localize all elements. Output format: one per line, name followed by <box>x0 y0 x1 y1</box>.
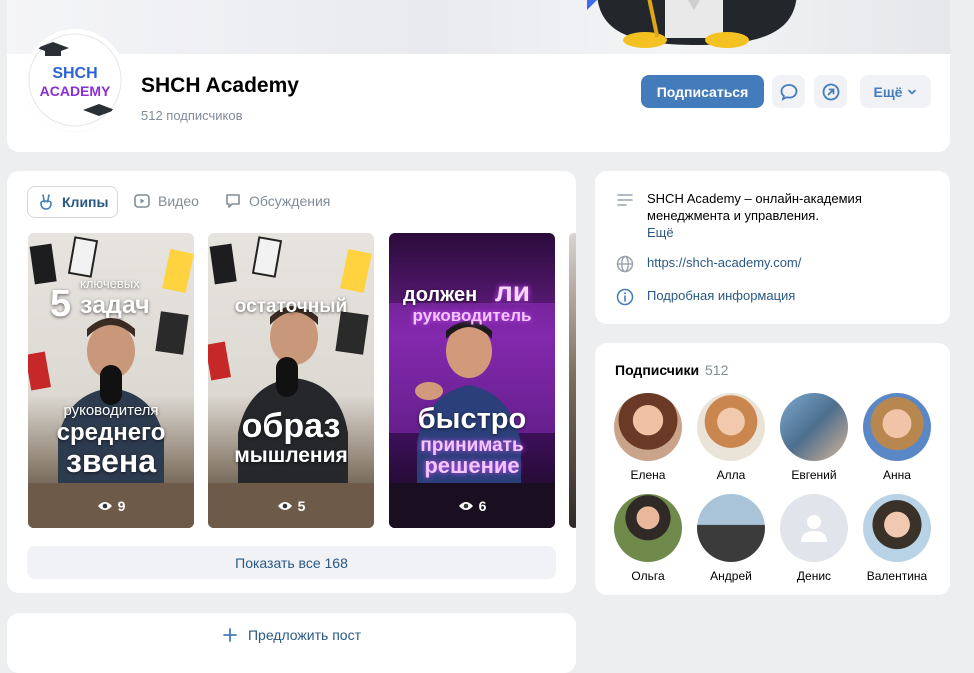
clip-caption: задач <box>80 291 150 319</box>
clips-icon <box>40 194 52 210</box>
clip-caption: руководитель <box>412 306 532 325</box>
text-lines-icon <box>617 194 633 206</box>
share-button[interactable] <box>814 75 847 108</box>
suggest-post-button[interactable]: Предложить пост <box>7 627 576 643</box>
description-text: SHCH Academy – онлайн-академия менеджмен… <box>647 191 862 223</box>
clip-caption: ли <box>495 276 530 307</box>
follower-item[interactable]: Анна <box>861 393 933 482</box>
followers-card: Подписчики 512 Елена Алла Евгений Анна О… <box>595 343 950 595</box>
tab-discussions[interactable]: Обсуждения <box>215 186 339 216</box>
eye-icon <box>97 502 112 510</box>
clip-caption: мышления <box>234 444 348 467</box>
about-details: Подробная информация <box>615 287 795 307</box>
clip-views: 9 <box>28 498 194 514</box>
suggest-post-label: Предложить пост <box>247 627 361 643</box>
tab-label: Клипы <box>62 194 109 210</box>
discussion-icon <box>226 194 240 208</box>
cover-illustration <box>587 0 797 48</box>
about-description: SHCH Academy – онлайн-академия менеджмен… <box>615 190 887 241</box>
clip-caption: остаточный <box>234 296 348 317</box>
follower-avatar <box>863 494 931 562</box>
share-icon <box>822 83 839 100</box>
tab-label: Обсуждения <box>249 193 331 209</box>
clip-thumbnail <box>208 236 374 528</box>
video-icon <box>134 194 150 208</box>
clip-caption: образ <box>241 407 341 445</box>
about-website: https://shch-academy.com/ <box>615 254 801 274</box>
follower-name: Евгений <box>791 468 837 482</box>
follower-avatar <box>780 494 848 562</box>
tab-label: Видео <box>158 193 199 209</box>
svg-text:SHCH: SHCH <box>52 65 97 82</box>
subscribe-button[interactable]: Подписаться <box>641 75 764 108</box>
clip-views: 6 <box>389 498 555 514</box>
follower-name: Анна <box>883 468 911 482</box>
tab-clips[interactable]: Клипы <box>27 186 119 218</box>
follower-name: Валентина <box>866 569 928 583</box>
svg-text:ACADEMY: ACADEMY <box>40 83 111 99</box>
subscriber-count[interactable]: 512 подписчиков <box>141 108 243 123</box>
description-more-link[interactable]: Ещё <box>647 225 674 240</box>
follower-name: Елена <box>630 468 666 482</box>
view-count: 5 <box>297 498 306 514</box>
clip-card[interactable] <box>569 233 576 528</box>
follower-avatar <box>614 393 682 461</box>
community-avatar[interactable]: SHCH ACADEMY <box>27 32 123 128</box>
clip-caption: среднего <box>56 419 166 446</box>
follower-item[interactable]: Андрей <box>695 494 767 583</box>
website-link[interactable]: https://shch-academy.com/ <box>647 254 801 274</box>
follower-item[interactable]: Ольга <box>612 494 684 583</box>
followers-title[interactable]: Подписчики <box>615 362 699 378</box>
follower-item[interactable]: Алла <box>695 393 767 482</box>
follower-item[interactable]: Денис <box>778 494 850 583</box>
more-label: Ещё <box>873 83 903 100</box>
view-count: 9 <box>117 498 126 514</box>
clip-caption: решение <box>424 453 520 478</box>
follower-avatar <box>780 393 848 461</box>
cover-image <box>7 0 950 54</box>
details-link[interactable]: Подробная информация <box>647 287 795 307</box>
follower-avatar <box>614 494 682 562</box>
suggest-post-card: Предложить пост <box>7 613 576 673</box>
message-button[interactable] <box>772 75 805 108</box>
clip-card[interactable]: 5 ключевых задач руководителя среднего з… <box>28 233 194 528</box>
chevron-down-icon <box>908 89 917 95</box>
follower-avatar <box>863 393 931 461</box>
about-card: SHCH Academy – онлайн-академия менеджмен… <box>595 171 950 324</box>
media-card: Клипы Видео Обсуждения 5 ключевых задач … <box>7 171 576 593</box>
eye-icon <box>458 502 473 510</box>
follower-name: Денис <box>796 569 832 583</box>
clip-caption: руководителя <box>63 402 159 419</box>
follower-avatar <box>697 393 765 461</box>
info-icon <box>616 288 634 306</box>
globe-icon <box>616 255 634 273</box>
clip-caption: звена <box>65 443 157 479</box>
tab-video[interactable]: Видео <box>124 186 208 216</box>
follower-name: Андрей <box>710 569 752 583</box>
follower-name: Алла <box>716 468 746 482</box>
follower-name: Ольга <box>631 569 665 583</box>
clip-card[interactable]: остаточный образ мышления 5 <box>208 233 374 528</box>
view-count: 6 <box>478 498 487 514</box>
clip-caption: ключевых <box>80 276 140 291</box>
message-icon <box>780 83 797 101</box>
more-button[interactable]: Ещё <box>860 75 931 108</box>
follower-item[interactable]: Елена <box>612 393 684 482</box>
follower-item[interactable]: Валентина <box>861 494 933 583</box>
clip-views: 5 <box>208 498 374 514</box>
followers-count: 512 <box>705 362 729 378</box>
show-all-clips-button[interactable]: Показать все 168 <box>27 546 556 579</box>
plus-icon <box>223 628 237 642</box>
follower-item[interactable]: Евгений <box>778 393 850 482</box>
clip-card[interactable]: должен ли руководитель быстро принимать … <box>389 233 555 528</box>
eye-icon <box>277 502 292 510</box>
community-header: SHCH ACADEMY SHCH Academy 512 подписчико… <box>7 0 950 152</box>
community-title: SHCH Academy <box>141 74 299 97</box>
follower-avatar <box>697 494 765 562</box>
default-user-icon <box>801 515 827 542</box>
clip-caption: быстро <box>417 403 527 435</box>
